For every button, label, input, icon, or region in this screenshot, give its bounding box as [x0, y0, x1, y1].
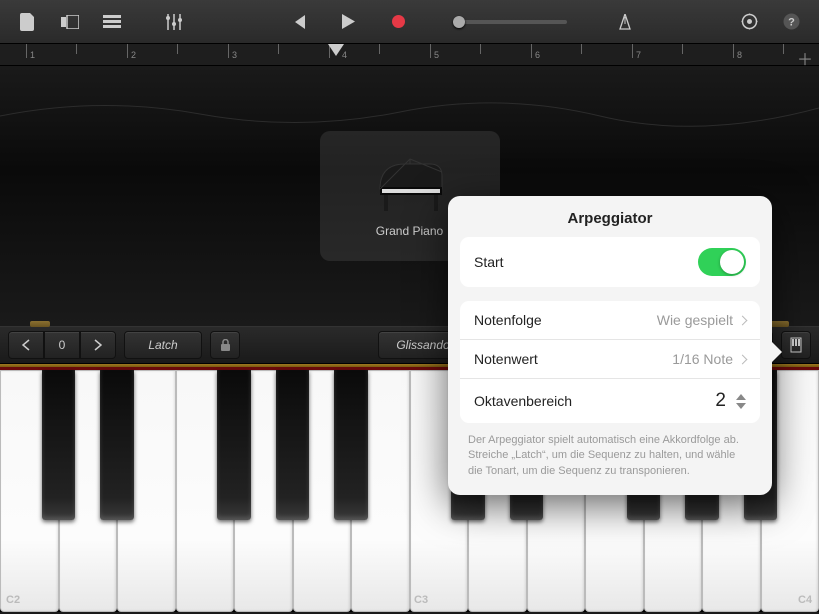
bar-label: 6	[535, 50, 540, 60]
stepper-down-icon[interactable]	[736, 403, 746, 409]
playhead[interactable]	[328, 44, 344, 56]
help-button[interactable]: ?	[773, 7, 809, 37]
black-key[interactable]	[217, 370, 251, 520]
black-key[interactable]	[100, 370, 134, 520]
bar-label: 3	[232, 50, 237, 60]
octave-down-button[interactable]	[8, 331, 44, 359]
arpeggiator-popover: Arpeggiator Start Notenfolge Wie gespiel…	[448, 196, 772, 495]
instrument-name: Grand Piano	[376, 224, 443, 238]
arp-octave-label: Oktavenbereich	[474, 393, 572, 409]
chevron-right-icon	[738, 354, 748, 364]
popover-arrow	[772, 342, 782, 362]
arp-start-switch[interactable]	[698, 248, 746, 276]
arp-order-label: Notenfolge	[474, 312, 542, 328]
timeline-ruler[interactable]: // skip - will render ticks via inline e…	[0, 44, 819, 66]
octave-display: 0	[44, 331, 80, 359]
arp-octave-stepper[interactable]: 2	[715, 390, 746, 412]
key-label-c2: C2	[6, 594, 20, 606]
arp-value-label: Notenwert	[474, 351, 538, 367]
go-to-start-button[interactable]	[281, 7, 317, 37]
arp-start-label: Start	[474, 254, 504, 270]
popover-title: Arpeggiator	[448, 208, 772, 237]
latch-button[interactable]: Latch	[124, 331, 202, 359]
play-button[interactable]	[331, 7, 367, 37]
arp-help-text: Der Arpeggiator spielt automatisch eine …	[448, 423, 772, 483]
black-key[interactable]	[334, 370, 368, 520]
black-key[interactable]	[276, 370, 310, 520]
hinge-decoration	[30, 321, 50, 327]
octave-up-button[interactable]	[80, 331, 116, 359]
key-label-c4: C4	[798, 594, 812, 606]
metronome-button[interactable]	[607, 7, 643, 37]
arp-order-value: Wie gespielt	[657, 312, 733, 328]
mixer-button[interactable]	[156, 7, 192, 37]
master-volume-slider[interactable]	[457, 20, 567, 24]
arp-octave-value: 2	[715, 390, 726, 412]
bar-label: 8	[737, 50, 742, 60]
black-key[interactable]	[42, 370, 76, 520]
chevron-right-icon	[738, 315, 748, 325]
bar-label: 2	[131, 50, 136, 60]
svg-text:?: ?	[788, 17, 795, 29]
record-button[interactable]	[381, 7, 417, 37]
bar-label: 5	[434, 50, 439, 60]
hinge-decoration	[769, 321, 789, 327]
key-label-c3: C3	[414, 594, 428, 606]
browser-button[interactable]	[52, 7, 88, 37]
sustain-lock-button[interactable]	[210, 331, 240, 359]
arp-value-value: 1/16 Note	[672, 351, 733, 367]
project-button[interactable]	[10, 7, 46, 37]
scale-button[interactable]	[781, 331, 811, 359]
bar-label: 1	[30, 50, 35, 60]
tracks-button[interactable]	[94, 7, 130, 37]
arp-note-order-row[interactable]: Notenfolge Wie gespielt	[460, 301, 760, 339]
top-toolbar: ?	[0, 0, 819, 44]
stepper-up-icon[interactable]	[736, 394, 746, 400]
transport-controls	[281, 7, 643, 37]
bar-label: 7	[636, 50, 641, 60]
settings-button[interactable]	[731, 7, 767, 37]
grand-piano-icon	[370, 154, 450, 214]
arp-note-value-row[interactable]: Notenwert 1/16 Note	[460, 339, 760, 378]
waveform-decoration	[0, 86, 819, 136]
